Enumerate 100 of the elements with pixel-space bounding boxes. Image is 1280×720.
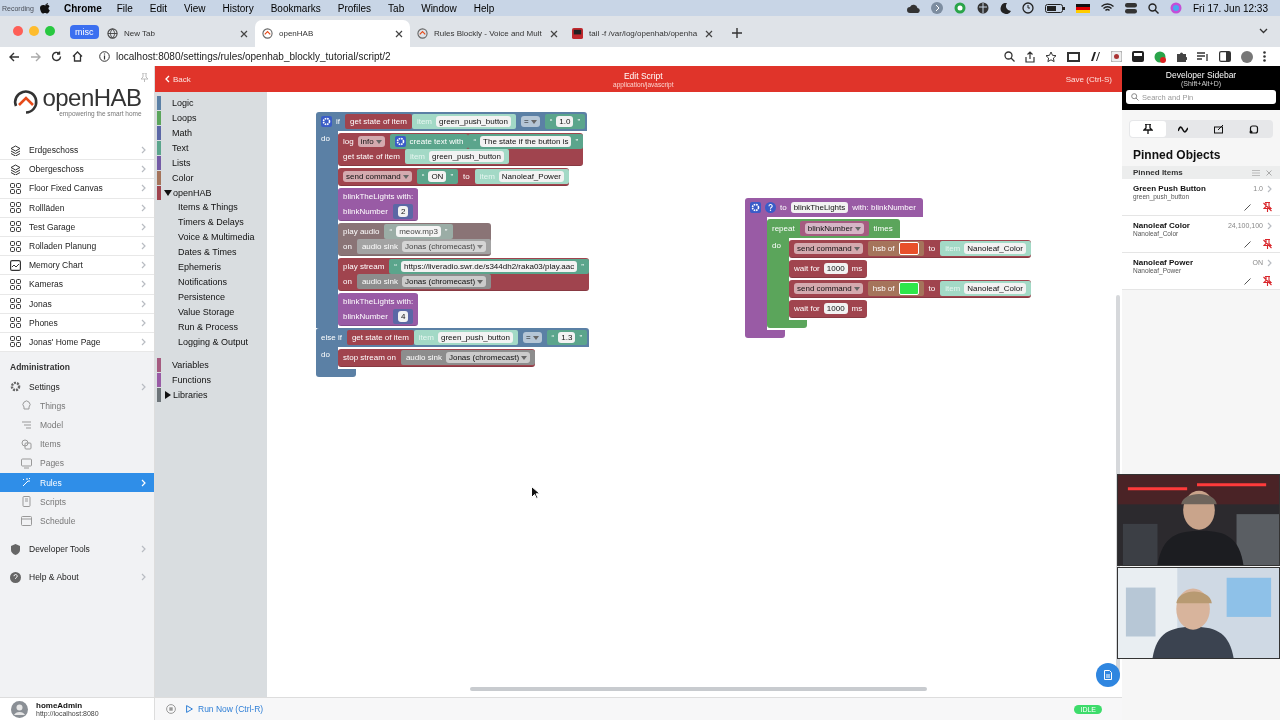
code-block[interactable]: stop stream on audio sink Jonas (chromecast) xyxy=(338,349,536,367)
playlist-icon[interactable] xyxy=(1197,51,1209,62)
nav-item[interactable]: Obergeschoss xyxy=(0,160,154,180)
block-header[interactable]: else if get state of item item green_push_button = “ 1.3 ” xyxy=(316,328,590,347)
nav-item[interactable]: Model xyxy=(0,415,154,435)
menu-item[interactable]: Tab xyxy=(388,2,405,14)
search-icon[interactable] xyxy=(1147,2,1159,14)
block-field[interactable]: Nanoleaf_Color xyxy=(964,243,1026,254)
extension-icon[interactable] xyxy=(1067,51,1080,62)
block-header[interactable]: repeat blinkNumber times xyxy=(767,219,900,238)
menu-item[interactable]: Edit xyxy=(149,2,168,14)
color-swatch[interactable] xyxy=(898,242,919,255)
block-dropdown[interactable]: blinkNumber xyxy=(804,223,864,234)
status-icon[interactable] xyxy=(953,2,966,14)
block-field[interactable]: blinkTheLights xyxy=(790,202,849,213)
nav-item[interactable]: Rollläden xyxy=(0,198,154,218)
toolbox-category[interactable]: Variables xyxy=(155,357,267,372)
block-dropdown[interactable]: = xyxy=(522,332,542,343)
toolbox-category[interactable]: Loops xyxy=(155,110,267,125)
block-field[interactable]: green_push_button xyxy=(437,332,513,343)
document-button[interactable] xyxy=(1096,663,1120,687)
block-header[interactable]: to blinkTheLights with: blinkNumber xyxy=(745,198,923,217)
save-link[interactable]: Save (Ctrl-S) xyxy=(1065,74,1112,84)
back-link[interactable]: Back xyxy=(165,74,191,84)
code-block[interactable]: blinkTheLights with: blinkNumber 2 xyxy=(338,188,419,221)
reload-icon[interactable] xyxy=(51,51,62,62)
toolbox-category[interactable]: Run & Process xyxy=(155,320,267,335)
block-field[interactable]: green_push_button xyxy=(429,151,504,162)
block-field[interactable]: Nanoleaf_Power xyxy=(498,171,564,182)
block-field[interactable]: https://liveradio.swr.de/s344dh2/raka03/play.aac xyxy=(401,261,578,272)
puzzle-icon[interactable] xyxy=(1176,51,1187,62)
profile-avatar[interactable] xyxy=(1241,50,1253,63)
menu-item[interactable]: Bookmarks xyxy=(270,2,321,14)
unpin-icon[interactable] xyxy=(1263,276,1272,286)
nav-item[interactable]: Floor Fixed Canvas xyxy=(0,179,154,199)
block-dropdown[interactable]: = xyxy=(521,116,540,127)
chevron-down-icon[interactable] xyxy=(1259,28,1268,34)
block-field[interactable]: 2 xyxy=(397,206,409,217)
cloud-icon[interactable] xyxy=(906,3,920,13)
menu-item[interactable]: History xyxy=(222,2,254,14)
code-block[interactable]: send command “ ON ” to item Nanoleaf_Power xyxy=(338,168,569,186)
nav-item[interactable]: Jonas xyxy=(0,294,154,314)
menu-item[interactable]: Window xyxy=(421,2,457,14)
nav-item[interactable]: Developer Tools xyxy=(0,539,154,559)
block-dropdown[interactable]: info xyxy=(357,136,385,147)
close-icon[interactable] xyxy=(395,29,403,38)
menu-item[interactable]: Profiles xyxy=(337,2,372,14)
back-icon[interactable] xyxy=(9,51,20,62)
extension-icon[interactable] xyxy=(1132,51,1144,62)
toolbox-category[interactable]: Voice & Multimedia xyxy=(155,230,267,245)
user-avatar-icon[interactable] xyxy=(11,700,28,718)
block-field[interactable]: 4 xyxy=(397,311,409,322)
color-swatch[interactable] xyxy=(898,282,919,295)
horizontal-scrollbar[interactable] xyxy=(470,687,927,691)
tab-group-label[interactable]: misc xyxy=(70,25,99,39)
share-icon[interactable] xyxy=(1025,50,1035,63)
block-field[interactable]: Nanoleaf_Color xyxy=(964,283,1026,294)
toolbox-category[interactable]: Ephemeris xyxy=(155,260,267,275)
nav-item[interactable]: Phones xyxy=(0,313,154,333)
toolbox-category[interactable]: Value Storage xyxy=(155,305,267,320)
nav-item[interactable]: Scripts xyxy=(0,492,154,512)
nav-item[interactable]: Pages xyxy=(0,453,154,473)
toolbox-category[interactable]: Math xyxy=(155,125,267,140)
pin-tab[interactable] xyxy=(1130,121,1166,137)
menu-item[interactable]: View xyxy=(184,2,206,14)
apple-logo-icon[interactable] xyxy=(39,2,50,14)
toolbox-category[interactable]: Items & Things xyxy=(155,200,267,215)
block-field[interactable]: 1000 xyxy=(823,303,848,314)
block-dropdown[interactable]: Jonas (chromecast) xyxy=(401,276,487,287)
stop-icon[interactable] xyxy=(166,704,176,714)
block-dropdown[interactable]: send command xyxy=(794,243,863,254)
menu-item[interactable]: Chrome xyxy=(63,2,102,14)
close-icon[interactable] xyxy=(550,29,558,38)
menu-item[interactable]: Help xyxy=(473,2,495,14)
unpin-icon[interactable] xyxy=(1263,202,1272,212)
help-icon[interactable] xyxy=(765,202,776,213)
block-field[interactable]: green_push_button xyxy=(436,116,511,127)
toolbox-category[interactable]: Logging & Output xyxy=(155,335,267,350)
browser-tab[interactable]: openHAB xyxy=(255,20,410,47)
unpin-icon[interactable] xyxy=(1263,239,1272,249)
toolbox-category[interactable]: Functions xyxy=(155,372,267,387)
zoom-icon[interactable] xyxy=(1004,51,1015,62)
moon-icon[interactable] xyxy=(999,2,1011,14)
block-header[interactable]: if get state of item item green_push_button = “ 1.0 ” xyxy=(316,112,588,131)
siri-icon[interactable] xyxy=(1169,2,1182,14)
new-tab-icon[interactable] xyxy=(732,28,742,38)
gear-icon[interactable] xyxy=(750,202,761,213)
code-block[interactable]: wait for 1000 ms xyxy=(789,300,868,318)
block-field[interactable]: 1.3 xyxy=(558,332,576,343)
toolbox-category[interactable]: Color xyxy=(155,170,267,185)
nav-item[interactable]: Items xyxy=(0,434,154,454)
close-icon[interactable] xyxy=(705,29,713,38)
globe-icon[interactable] xyxy=(976,2,989,14)
block-field[interactable]: ON xyxy=(428,171,447,182)
code-block[interactable]: log info create text with “ The state if the button is ” get state of item item green_push_button xyxy=(338,133,584,166)
more-icon[interactable] xyxy=(1263,51,1266,62)
gear-icon[interactable] xyxy=(321,116,332,127)
nav-item[interactable]: Test Garage xyxy=(0,217,154,237)
nav-item[interactable]: Things xyxy=(0,396,154,416)
info-icon[interactable] xyxy=(99,51,110,62)
